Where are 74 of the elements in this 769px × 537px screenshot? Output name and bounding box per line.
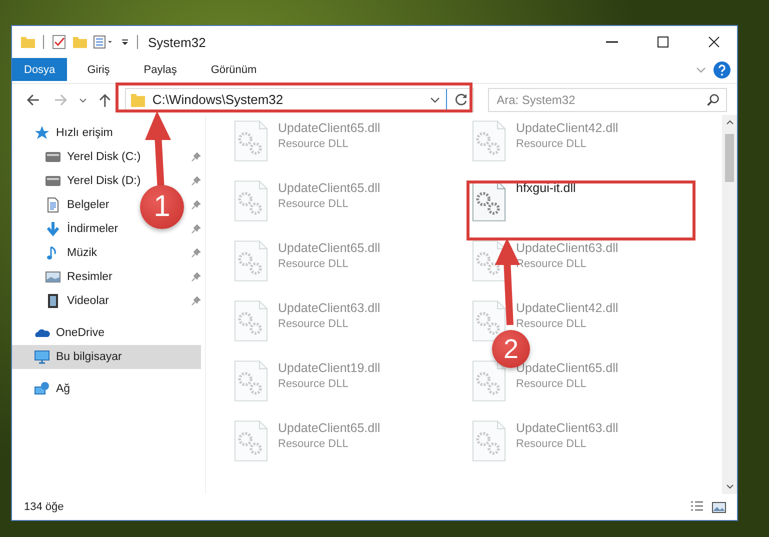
maximize-icon [657, 36, 669, 48]
file-type: Resource DLL [278, 138, 350, 150]
ribbon-tab[interactable]: Dosya [12, 58, 68, 81]
refresh-icon[interactable] [452, 92, 469, 108]
sidebar-item[interactable]: Videolar [45, 289, 113, 313]
close-icon [708, 36, 720, 48]
window-title: System32 [148, 34, 206, 50]
item-count: 134 öğe [24, 501, 64, 513]
pin-icon[interactable] [191, 176, 201, 186]
sidebar-item[interactable]: Yerel Disk (C:) [45, 145, 145, 169]
file-type: Resource DLL [278, 258, 350, 270]
sidebar-item[interactable]: Resimler [45, 265, 116, 289]
search-input[interactable]: Ara: System32 [494, 92, 706, 108]
pin-icon[interactable] [191, 224, 201, 234]
dll-file-icon [234, 120, 268, 162]
network-icon [34, 381, 50, 397]
star-icon [34, 125, 50, 141]
pin-icon[interactable] [191, 200, 201, 210]
drive-icon [45, 149, 61, 165]
scrollbar-thumb[interactable] [725, 134, 734, 182]
pin-icon[interactable] [191, 248, 201, 258]
pin-icon[interactable] [191, 272, 201, 282]
checklist-icon[interactable] [51, 34, 67, 50]
download-icon [45, 221, 61, 237]
dll-file-icon [472, 240, 506, 282]
dll-file-icon [472, 360, 506, 402]
up-arrow-icon[interactable] [96, 92, 112, 108]
sidebar-item[interactable]: İndirmeler [45, 217, 122, 241]
drive-icon [45, 173, 61, 189]
document-icon [45, 197, 61, 213]
file-type: Resource DLL [516, 438, 588, 450]
file-type: Resource DLL [516, 378, 588, 390]
sidebar-item[interactable]: Müzik [45, 241, 102, 265]
help-icon[interactable] [713, 60, 731, 78]
pin-icon[interactable] [191, 296, 201, 306]
video-icon [45, 293, 61, 309]
file-type: Resource DLL [516, 318, 588, 330]
sidebar-item[interactable]: OneDrive [12, 321, 201, 345]
large-icons-view-icon[interactable] [711, 499, 727, 515]
file-type: Resource DLL [278, 378, 350, 390]
customize-caret-icon[interactable] [120, 37, 130, 47]
sidebar-item[interactable]: Hızlı erişim [12, 121, 201, 145]
dll-file-icon [472, 120, 506, 162]
dll-file-icon [234, 420, 268, 462]
search-icon [706, 92, 720, 106]
file-type: Resource DLL [278, 198, 350, 210]
dll-file-icon [234, 240, 268, 282]
dll-file-icon [234, 360, 268, 402]
sidebar-item[interactable]: Bu bilgisayar [12, 345, 201, 369]
dll-file-icon [472, 420, 506, 462]
dropdown-caret-icon[interactable] [430, 94, 440, 104]
ribbon-tab[interactable]: Giriş [73, 58, 124, 81]
ribbon-tab[interactable]: Paylaş [130, 58, 191, 81]
file-type: Resource DLL [278, 318, 350, 330]
search-field[interactable]: Ara: System32 [488, 88, 728, 112]
file-type: Resource DLL [516, 138, 588, 150]
dll-file-icon [234, 300, 268, 342]
address-bar[interactable]: C:\Windows\System32 [125, 88, 474, 112]
computer-icon [34, 349, 50, 365]
vertical-scrollbar[interactable] [722, 115, 737, 494]
pin-icon[interactable] [191, 152, 201, 162]
dll-file-icon [234, 180, 268, 222]
back-arrow-icon[interactable] [25, 92, 41, 108]
file-type: Resource DLL [278, 438, 350, 450]
file-name[interactable]: hfxgui-it.dll [516, 181, 576, 195]
sidebar-item[interactable]: Ağ [12, 377, 201, 401]
sidebar-item[interactable]: Belgeler [45, 193, 114, 217]
ribbon-tab[interactable]: Görünüm [196, 58, 271, 81]
folder-icon [130, 92, 146, 108]
address-path: C:\Windows\System32 [152, 92, 284, 107]
minimize-icon [606, 41, 618, 43]
properties-dropdown-icon[interactable] [93, 34, 115, 50]
picture-icon [45, 269, 61, 285]
dll-file-icon [472, 300, 506, 342]
